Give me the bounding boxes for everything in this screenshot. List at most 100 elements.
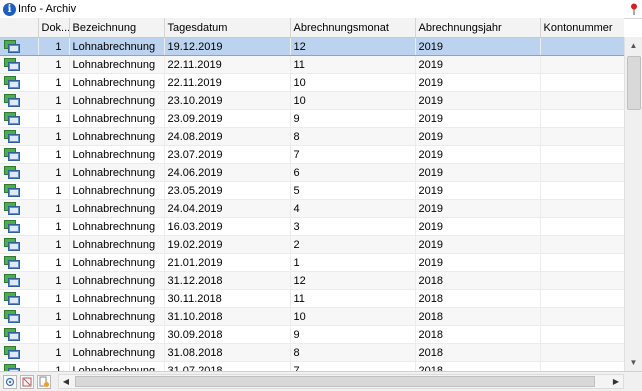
table-row[interactable]: 1 Lohnabrechnung 22.11.2019 10 2019: [0, 73, 624, 92]
table-row[interactable]: 1 Lohnabrechnung 24.08.2019 8 2019: [0, 127, 624, 146]
row-icon-cell[interactable]: [0, 217, 39, 236]
table-row[interactable]: 1 Lohnabrechnung 30.11.2018 11 2018: [0, 289, 624, 308]
column-header-icon[interactable]: [0, 18, 39, 38]
cell-dok: 1: [38, 343, 70, 362]
table-row[interactable]: 1 Lohnabrechnung 31.08.2018 8 2018: [0, 343, 624, 362]
cell-dok: 1: [38, 361, 70, 371]
cell-tagesdatum: 22.11.2019: [164, 55, 291, 74]
column-header-tagesdatum[interactable]: Tagesdatum: [164, 18, 291, 38]
cell-abrechnungsjahr: 2018: [415, 271, 541, 290]
cell-bezeichnung: Lohnabrechnung: [69, 145, 165, 164]
table-row[interactable]: 1 Lohnabrechnung 23.10.2019 10 2019: [0, 91, 624, 110]
document-icon: [4, 256, 20, 269]
window-title: Info - Archiv: [18, 3, 77, 15]
delete-icon[interactable]: [20, 374, 34, 389]
document-icon: [4, 148, 20, 161]
column-header-abrechnungsjahr[interactable]: Abrechnungsjahr: [415, 18, 541, 38]
cell-dok: 1: [38, 37, 70, 56]
row-icon-cell[interactable]: [0, 289, 39, 308]
table-row[interactable]: 1 Lohnabrechnung 16.03.2019 3 2019: [0, 217, 624, 236]
document-icon: [4, 112, 20, 125]
cell-tagesdatum: 30.11.2018: [164, 289, 291, 308]
row-icon-cell[interactable]: [0, 73, 39, 92]
cell-abrechnungsmonat: 10: [290, 307, 416, 326]
bottom-toolbar: ◀ ▶: [0, 371, 642, 391]
table-row[interactable]: 1 Lohnabrechnung 24.06.2019 6 2019: [0, 163, 624, 182]
table-row[interactable]: 1 Lohnabrechnung 23.09.2019 9 2019: [0, 109, 624, 128]
row-icon-cell[interactable]: [0, 181, 39, 200]
cell-bezeichnung: Lohnabrechnung: [69, 235, 165, 254]
row-icon-cell[interactable]: [0, 55, 39, 74]
row-icon-cell[interactable]: [0, 145, 39, 164]
row-icon-cell[interactable]: [0, 325, 39, 344]
cell-tagesdatum: 30.09.2018: [164, 325, 291, 344]
table-row[interactable]: 1 Lohnabrechnung 31.10.2018 10 2018: [0, 307, 624, 326]
row-icon-cell[interactable]: [0, 109, 39, 128]
row-icon-cell[interactable]: [0, 235, 39, 254]
vertical-scroll-thumb[interactable]: [627, 56, 641, 110]
cell-abrechnungsjahr: 2019: [415, 109, 541, 128]
document-icon: [4, 58, 20, 71]
table-row[interactable]: 1 Lohnabrechnung 30.09.2018 9 2018: [0, 325, 624, 344]
cell-tagesdatum: 31.08.2018: [164, 343, 291, 362]
cell-abrechnungsmonat: 6: [290, 163, 416, 182]
cell-kontonummer: [540, 73, 624, 92]
pin-icon[interactable]: [630, 3, 638, 15]
row-icon-cell[interactable]: [0, 127, 39, 146]
vertical-scrollbar[interactable]: ▲ ▼: [624, 37, 642, 371]
row-icon-cell[interactable]: [0, 271, 39, 290]
column-header-kontonummer[interactable]: Kontonummer: [540, 18, 624, 38]
cell-abrechnungsmonat: 12: [290, 37, 416, 56]
scroll-up-icon[interactable]: ▲: [625, 37, 642, 54]
table-row[interactable]: 1 Lohnabrechnung 24.04.2019 4 2019: [0, 199, 624, 218]
cell-kontonummer: [540, 37, 624, 56]
cell-dok: 1: [38, 289, 70, 308]
cell-bezeichnung: Lohnabrechnung: [69, 325, 165, 344]
scroll-down-icon[interactable]: ▼: [625, 354, 642, 371]
table-row[interactable]: 1 Lohnabrechnung 23.05.2019 5 2019: [0, 181, 624, 200]
first-record-icon[interactable]: [3, 374, 17, 389]
cell-tagesdatum: 22.11.2019: [164, 73, 291, 92]
document-icon: [4, 292, 20, 305]
table-row[interactable]: 1 Lohnabrechnung 23.07.2019 7 2019: [0, 145, 624, 164]
cell-tagesdatum: 31.12.2018: [164, 271, 291, 290]
row-icon-cell[interactable]: [0, 199, 39, 218]
scroll-left-icon[interactable]: ◀: [59, 375, 73, 388]
cell-abrechnungsmonat: 4: [290, 199, 416, 218]
scroll-right-icon[interactable]: ▶: [609, 375, 623, 388]
cell-abrechnungsmonat: 9: [290, 325, 416, 344]
column-header-abrechnungsmonat[interactable]: Abrechnungsmonat: [290, 18, 416, 38]
archive-table: Dok... Bezeichnung Tagesdatum Abrechnung…: [0, 18, 624, 371]
horizontal-scrollbar[interactable]: ◀ ▶: [58, 374, 624, 389]
horizontal-scroll-thumb[interactable]: [75, 376, 595, 387]
cell-abrechnungsmonat: 7: [290, 145, 416, 164]
column-header-dok[interactable]: Dok...: [38, 18, 70, 38]
document-icon: [4, 274, 20, 287]
table-row[interactable]: 1 Lohnabrechnung 19.12.2019 12 2019: [0, 37, 624, 56]
cell-bezeichnung: Lohnabrechnung: [69, 271, 165, 290]
cell-tagesdatum: 21.01.2019: [164, 253, 291, 272]
cell-tagesdatum: 24.06.2019: [164, 163, 291, 182]
cell-bezeichnung: Lohnabrechnung: [69, 307, 165, 326]
table-row[interactable]: 1 Lohnabrechnung 31.12.2018 12 2018: [0, 271, 624, 290]
table-row[interactable]: 1 Lohnabrechnung 21.01.2019 1 2019: [0, 253, 624, 272]
row-icon-cell[interactable]: [0, 307, 39, 326]
cell-tagesdatum: 23.07.2019: [164, 145, 291, 164]
row-icon-cell[interactable]: [0, 91, 39, 110]
row-icon-cell[interactable]: [0, 361, 39, 371]
row-icon-cell[interactable]: [0, 343, 39, 362]
attach-icon[interactable]: [37, 374, 51, 389]
table-row[interactable]: 1 Lohnabrechnung 19.02.2019 2 2019: [0, 235, 624, 254]
table-row[interactable]: 1 Lohnabrechnung 22.11.2019 11 2019: [0, 55, 624, 74]
row-icon-cell[interactable]: [0, 37, 39, 56]
row-icon-cell[interactable]: [0, 253, 39, 272]
table-row[interactable]: 1 Lohnabrechnung 31.07.2018 7 2018: [0, 361, 624, 371]
cell-bezeichnung: Lohnabrechnung: [69, 289, 165, 308]
column-header-bezeichnung[interactable]: Bezeichnung: [69, 18, 165, 38]
cell-abrechnungsjahr: 2018: [415, 361, 541, 371]
cell-tagesdatum: 31.10.2018: [164, 307, 291, 326]
cell-abrechnungsjahr: 2019: [415, 145, 541, 164]
cell-dok: 1: [38, 235, 70, 254]
row-icon-cell[interactable]: [0, 163, 39, 182]
cell-bezeichnung: Lohnabrechnung: [69, 199, 165, 218]
